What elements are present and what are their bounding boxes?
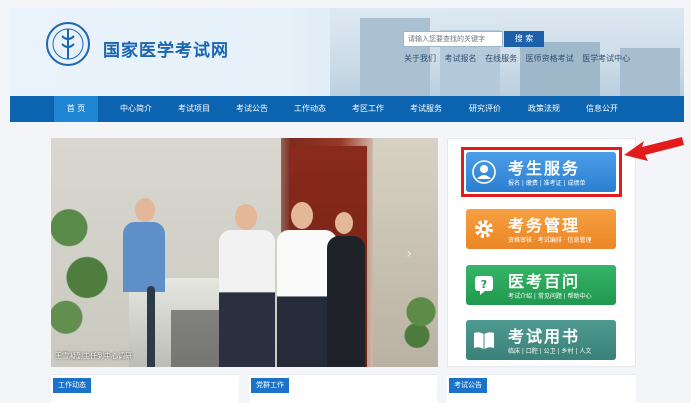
highlight-box	[461, 147, 622, 197]
site-title[interactable]: 国家医学考试网	[103, 36, 229, 61]
banner-caption[interactable]: 王雪凝副主任到中心调研	[55, 351, 132, 361]
service-title: 考试用书	[508, 327, 581, 346]
tab-exam-notice[interactable]: 考试公告	[449, 378, 487, 393]
tab-work-news[interactable]: 工作动态	[53, 378, 91, 393]
service-button-management[interactable]: 考务管理 资格审核 · 考试编排 · 信息管理	[466, 209, 616, 249]
search-input[interactable]	[403, 31, 503, 47]
quick-link[interactable]: 医师资格考试	[526, 54, 574, 63]
tab-party-work[interactable]: 党群工作	[251, 378, 289, 393]
quick-link[interactable]: 关于我们	[404, 54, 436, 63]
chat-icon: ?	[475, 276, 493, 295]
page: 国家医学考试网 搜 索 关于我们 考试报名 在线服务 医师资格考试 医学考试中心…	[0, 0, 691, 403]
book-icon	[474, 332, 494, 349]
nav-item-regions[interactable]: 考区工作	[344, 96, 392, 122]
chevron-right-icon[interactable]: ›	[406, 246, 412, 262]
quick-link[interactable]: 在线服务	[485, 54, 517, 63]
gear-icon	[475, 220, 493, 238]
service-title: 考务管理	[508, 216, 581, 235]
svg-text:?: ?	[481, 278, 487, 291]
search-button[interactable]: 搜 索	[504, 31, 544, 47]
nav-item-exams[interactable]: 考试项目	[170, 96, 218, 122]
nav-item-news[interactable]: 工作动态	[286, 96, 334, 122]
service-button-books[interactable]: 考试用书 临床 | 口腔 | 公卫 | 乡村 | 人文	[466, 320, 616, 360]
red-arrow-icon	[624, 137, 684, 161]
service-subtitle: 资格审核 · 考试编排 · 信息管理	[508, 237, 592, 244]
quick-links: 关于我们 考试报名 在线服务 医师资格考试 医学考试中心	[404, 53, 634, 64]
logo-icon[interactable]	[44, 20, 92, 68]
nav-item-disclosure[interactable]: 信息公开	[578, 96, 626, 122]
service-subtitle: 考试介绍 | 常见问题 | 帮助中心	[508, 293, 592, 300]
nav-item-home[interactable]: 首 页	[54, 96, 98, 122]
quick-link[interactable]: 医学考试中心	[582, 54, 630, 63]
header-building-image	[330, 8, 684, 96]
service-title: 医考百问	[508, 272, 581, 291]
nav-item-services[interactable]: 考试服务	[402, 96, 450, 122]
nav-item-announcements[interactable]: 考试公告	[228, 96, 276, 122]
nav-item-research[interactable]: 研究评价	[461, 96, 509, 122]
service-button-faq[interactable]: ? 医考百问 考试介绍 | 常见问题 | 帮助中心	[466, 265, 616, 305]
service-subtitle: 临床 | 口腔 | 公卫 | 乡村 | 人文	[508, 348, 592, 355]
quick-link[interactable]: 考试报名	[445, 54, 477, 63]
main-nav: 首 页 中心简介 考试项目 考试公告 工作动态 考区工作 考试服务 研究评价 政…	[10, 96, 684, 122]
nav-item-policy[interactable]: 政策法规	[520, 96, 568, 122]
news-banner[interactable]: › 王雪凝副主任到中心调研	[51, 138, 438, 367]
nav-item-about[interactable]: 中心简介	[110, 96, 162, 122]
